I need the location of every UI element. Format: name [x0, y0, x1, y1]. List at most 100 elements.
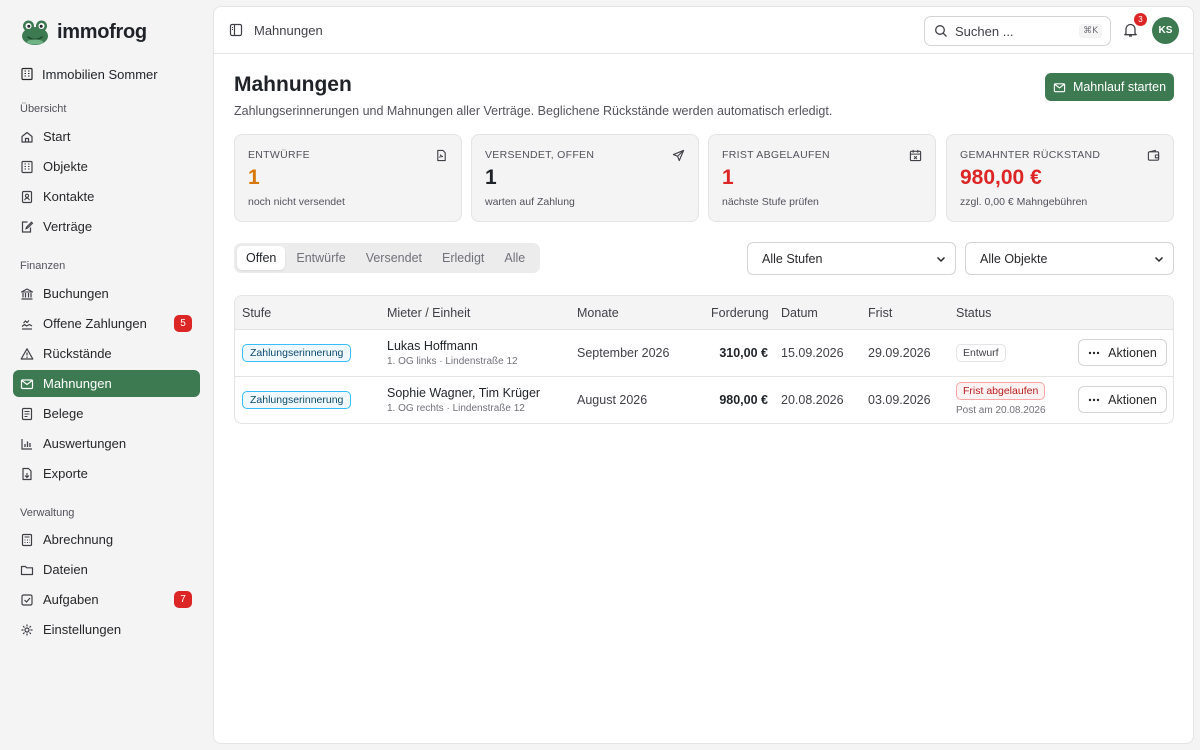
column-header-months[interactable]: Monate	[577, 306, 619, 320]
contract-icon	[21, 220, 34, 233]
calendar-icon	[909, 149, 922, 162]
stat-value: 1	[248, 166, 260, 189]
tab-alle[interactable]: Alle	[495, 246, 534, 270]
section-label-overview: Übersicht	[20, 103, 67, 115]
column-header-tenant[interactable]: Mieter / Einheit	[387, 306, 470, 320]
stat-value: 980,00 €	[960, 166, 1042, 189]
column-header-deadline[interactable]: Frist	[868, 306, 892, 320]
stage-badge: Zahlungserinnerung	[242, 344, 352, 362]
notification-count: 3	[1134, 13, 1147, 26]
send-icon	[672, 149, 685, 162]
sidebar-item-belege[interactable]: Belege	[13, 400, 200, 427]
actions-label: Aktionen	[1108, 392, 1157, 407]
sidebar-item-dateien[interactable]: Dateien	[13, 556, 200, 583]
badge-count: 5	[174, 315, 192, 332]
stat-subtext: noch nicht versendet	[248, 196, 345, 208]
tab-offen[interactable]: Offen	[237, 246, 286, 270]
app-logo[interactable]: immofrog	[20, 17, 147, 47]
stage-filter-value: Alle Stufen	[762, 251, 823, 266]
sidebar-item-exporte[interactable]: Exporte	[13, 460, 200, 487]
folder-icon	[20, 565, 34, 575]
home-icon	[21, 131, 33, 143]
status-badge: Frist abgelaufen	[956, 382, 1046, 400]
stat-value: 1	[722, 166, 734, 189]
table-row[interactable]: Zahlungserinnerung Sophie Wagner, Tim Kr…	[235, 377, 1173, 423]
sidebar-item-einstellungen[interactable]: Einstellungen	[13, 616, 200, 643]
column-header-status[interactable]: Status	[956, 306, 991, 320]
main-panel: Mahnungen Suchen ... ⌘K 3 KS Mahnungen Z…	[213, 6, 1194, 744]
start-dunning-run-button[interactable]: Mahnlauf starten	[1045, 73, 1174, 101]
sidebar-item-label: Abrechnung	[43, 532, 114, 547]
wallet-icon	[1147, 149, 1160, 161]
tab-versendet[interactable]: Versendet	[357, 246, 431, 270]
sidebar-item-label: Verträge	[43, 219, 93, 234]
sidebar-item-label: Auswertungen	[43, 436, 127, 451]
actions-button[interactable]: Aktionen	[1078, 339, 1167, 366]
sidebar-item-rueckstaende[interactable]: Rückstände	[13, 340, 200, 367]
column-header-date[interactable]: Datum	[781, 306, 818, 320]
building-icon	[21, 67, 33, 81]
sidebar-item-label: Kontakte	[43, 189, 95, 204]
org-name: Immobilien Sommer	[42, 66, 158, 82]
sidebar-item-kontakte[interactable]: Kontakte	[13, 183, 200, 210]
section-label-admin: Verwaltung	[20, 507, 75, 519]
sidebar-toggle-icon[interactable]	[229, 23, 243, 37]
tenant-name[interactable]: Sophie Wagner, Tim Krüger	[387, 386, 540, 400]
stat-card-arrears: GEMAHNTER RÜCKSTAND 980,00 € zzgl. 0,00 …	[946, 134, 1174, 222]
stat-card-sent-open: VERSENDET, OFFEN 1 warten auf Zahlung	[471, 134, 699, 222]
stat-label: GEMAHNTER RÜCKSTAND	[960, 149, 1101, 161]
actions-button[interactable]: Aktionen	[1078, 386, 1167, 413]
tenant-name[interactable]: Lukas Hoffmann	[387, 339, 478, 353]
sidebar-item-start[interactable]: Start	[13, 123, 200, 150]
sidebar-item-label: Einstellungen	[43, 622, 122, 637]
chevron-down-icon	[1154, 256, 1164, 263]
bank-icon	[20, 287, 34, 300]
sidebar-item-vertraege[interactable]: Verträge	[13, 213, 200, 240]
property-filter-select[interactable]: Alle Objekte	[965, 242, 1174, 275]
more-icon	[1088, 351, 1100, 354]
sidebar-item-label: Aufgaben	[43, 592, 99, 607]
months-cell: September 2026	[577, 346, 670, 360]
sidebar-item-mahnungen[interactable]: Mahnungen	[13, 370, 200, 397]
frog-logo-icon	[22, 20, 48, 45]
search-input[interactable]: Suchen ... ⌘K	[924, 16, 1111, 46]
sidebar-item-offene-zahlungen[interactable]: Offene Zahlungen 5	[13, 310, 200, 337]
calculator-icon	[21, 533, 33, 546]
sidebar-item-buchungen[interactable]: Buchungen	[13, 280, 200, 307]
column-header-amount[interactable]: Forderung	[711, 306, 769, 320]
deadline-cell: 03.09.2026	[868, 393, 931, 407]
search-icon	[935, 25, 947, 37]
start-dunning-run-label: Mahnlauf starten	[1072, 80, 1167, 94]
tab-erledigt[interactable]: Erledigt	[433, 246, 493, 270]
sidebar-item-aufgaben[interactable]: Aufgaben 7	[13, 586, 200, 613]
stage-badge: Zahlungserinnerung	[242, 391, 352, 409]
dunning-table: Stufe Mieter / Einheit Monate Forderung …	[234, 295, 1174, 424]
sidebar-item-label: Start	[43, 129, 71, 144]
stat-label: ENTWÜRFE	[248, 149, 310, 161]
building-icon	[21, 160, 33, 173]
topbar: Mahnungen Suchen ... ⌘K 3 KS	[214, 7, 1193, 54]
stat-label: VERSENDET, OFFEN	[485, 149, 595, 161]
sidebar-item-objekte[interactable]: Objekte	[13, 153, 200, 180]
column-header-stage[interactable]: Stufe	[242, 306, 271, 320]
sidebar-item-auswertungen[interactable]: Auswertungen	[13, 430, 200, 457]
table-row[interactable]: Zahlungserinnerung Lukas Hoffmann 1. OG …	[235, 331, 1173, 377]
stat-subtext: warten auf Zahlung	[485, 196, 575, 208]
page-title: Mahnungen	[234, 73, 352, 96]
stage-filter-select[interactable]: Alle Stufen	[747, 242, 956, 275]
date-cell: 20.08.2026	[781, 393, 844, 407]
avatar[interactable]: KS	[1152, 17, 1179, 44]
contacts-icon	[21, 190, 33, 203]
breadcrumb: Mahnungen	[254, 23, 323, 38]
org-switcher[interactable]: Immobilien Sommer	[13, 62, 200, 86]
stat-subtext: zzgl. 0,00 € Mahngebühren	[960, 196, 1088, 208]
status-badge: Entwurf	[956, 344, 1006, 362]
property-filter-value: Alle Objekte	[980, 251, 1048, 266]
tab-entwuerfe[interactable]: Entwürfe	[287, 246, 354, 270]
date-cell: 15.09.2026	[781, 346, 844, 360]
sidebar-item-abrechnung[interactable]: Abrechnung	[13, 526, 200, 553]
stat-card-drafts: ENTWÜRFE 1 noch nicht versendet	[234, 134, 462, 222]
status-tabs: Offen Entwürfe Versendet Erledigt Alle	[234, 243, 540, 273]
sidebar-item-label: Exporte	[43, 466, 88, 481]
search-shortcut: ⌘K	[1079, 24, 1102, 38]
